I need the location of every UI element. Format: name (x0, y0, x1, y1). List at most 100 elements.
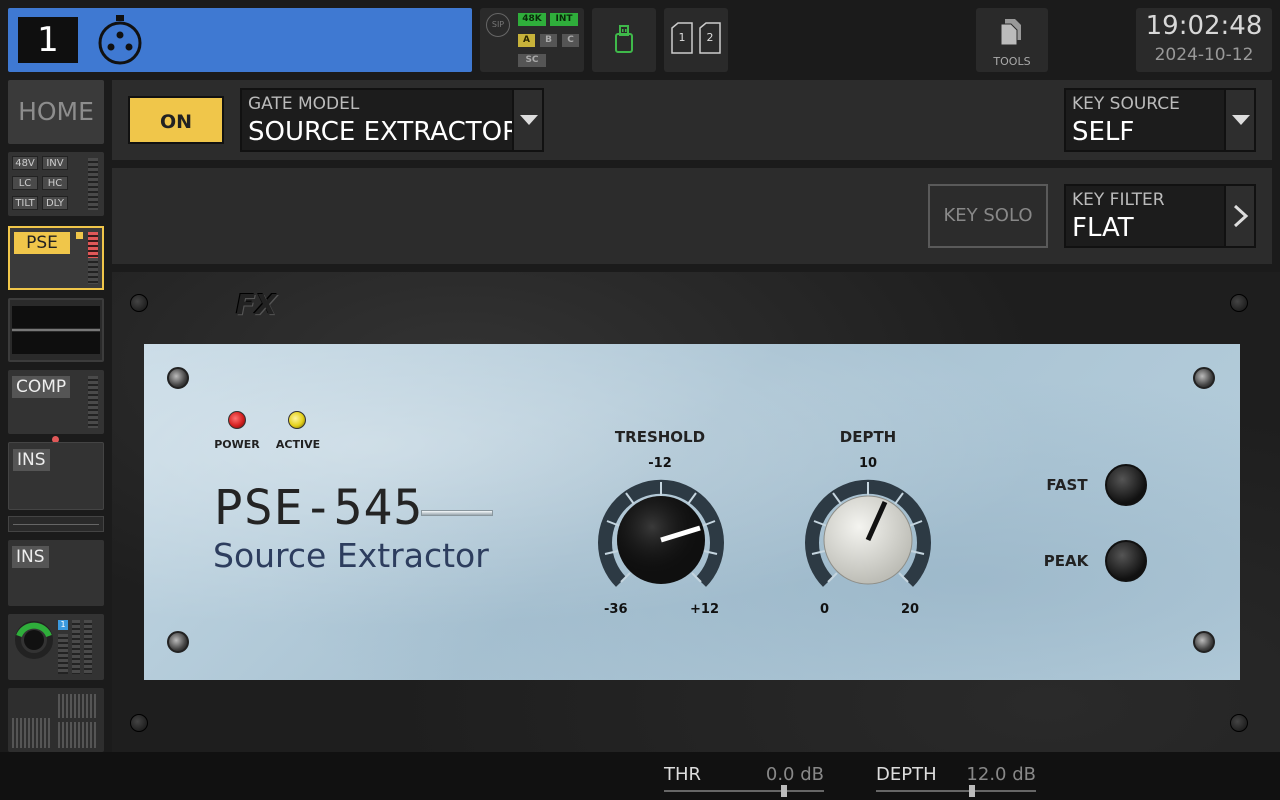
panel-screw (1193, 631, 1215, 653)
invert-badge: INV (42, 156, 68, 170)
rack-screw (130, 714, 148, 732)
status-b-badge: B (540, 34, 557, 47)
status-c-badge: C (562, 34, 579, 47)
sd-slot-2-label: 2 (706, 31, 714, 44)
compressor-label: COMP (12, 376, 71, 398)
gate-model-value: SOURCE EXTRACTOR (248, 117, 521, 147)
gate-meter (88, 258, 98, 284)
sip-indicator: SIP (486, 13, 510, 37)
thr-param-value: 0.0 dB (765, 764, 824, 785)
output-meter-left (72, 620, 80, 674)
xlr-input-icon (98, 15, 142, 65)
usb-drive-icon (615, 25, 633, 53)
output-meter-aux (58, 634, 68, 674)
peak-button[interactable] (1105, 540, 1147, 582)
clock-time: 19:02:48 (1145, 11, 1263, 41)
key-source-dropdown[interactable]: KEY SOURCE SELF (1064, 88, 1256, 152)
bus-meter-top (58, 694, 98, 718)
phantom-48v-badge: 48V (12, 156, 38, 170)
eq-flat-line (12, 329, 100, 331)
thr-param-label: THR (664, 764, 702, 785)
thr-slider-thumb[interactable] (781, 785, 787, 797)
panel-screw (167, 367, 189, 389)
rack-screw (1230, 294, 1248, 312)
tools-icon (1000, 19, 1021, 46)
bus-meter-block[interactable] (8, 688, 104, 752)
preamp-block[interactable]: 48V INV LC HC TILT DLY (8, 152, 104, 216)
eq-graph-bottom (12, 332, 100, 354)
depth-scale-top: 10 (858, 456, 878, 471)
plugin-subtitle: Source Extractor (213, 536, 489, 575)
depth-slider[interactable] (876, 784, 1036, 800)
eq-graph-top (12, 306, 100, 328)
key-source-arrow[interactable] (1224, 90, 1254, 150)
peak-label: PEAK (1043, 552, 1089, 570)
status-sc-badge: SC (518, 54, 546, 67)
fader-line (13, 524, 99, 525)
gate-model-dropdown[interactable]: GATE MODEL SOURCE EXTRACTOR (240, 88, 544, 152)
insert-2-block[interactable]: INS (8, 540, 104, 606)
power-led (228, 411, 246, 429)
rack-screw (130, 294, 148, 312)
panel-screw (1193, 367, 1215, 389)
active-label: ACTIVE (275, 438, 321, 451)
threshold-knob[interactable] (596, 476, 726, 600)
fast-label: FAST (1046, 476, 1088, 494)
home-button[interactable]: HOME (8, 80, 104, 144)
key-filter-arrow[interactable] (1224, 186, 1254, 246)
depth-param-value: 12.0 dB (966, 764, 1036, 785)
tilt-badge: TILT (12, 196, 38, 210)
fader-strip[interactable] (8, 516, 104, 532)
eq-block[interactable] (8, 298, 104, 362)
key-filter-selector[interactable]: KEY FILTER FLAT (1064, 184, 1256, 248)
clock-date: 2024-10-12 (1154, 45, 1254, 65)
gate-meter-active (88, 232, 98, 258)
pan-block[interactable]: 1 (8, 614, 104, 680)
compressor-block[interactable]: COMP (8, 370, 104, 434)
delay-badge: DLY (42, 196, 68, 210)
key-filter-value: FLAT (1072, 213, 1134, 243)
gate-active-indicator (76, 232, 83, 239)
key-solo-button[interactable]: KEY SOLO (928, 184, 1048, 248)
gate-model-label: GATE MODEL (248, 94, 360, 114)
panel-screw (167, 631, 189, 653)
plugin-model-name: PSE-545 (214, 480, 424, 536)
gate-block-selected[interactable]: PSE (8, 226, 104, 290)
insert-1-block[interactable]: INS (8, 442, 104, 510)
gate-on-button[interactable]: ON (128, 96, 224, 144)
key-source-label: KEY SOURCE (1072, 94, 1180, 114)
pan-knob-icon (15, 621, 53, 659)
pan-badge: 1 (58, 620, 68, 630)
threshold-label: TRESHOLD (614, 428, 706, 446)
power-label: POWER (214, 438, 260, 451)
insert-1-label: INS (13, 449, 50, 471)
depth-param-label: DEPTH (876, 764, 937, 785)
rack-screw (1230, 714, 1248, 732)
fast-button[interactable] (1105, 464, 1147, 506)
preamp-meter (88, 158, 98, 210)
depth-scale-max: 20 (901, 602, 920, 617)
chevron-right-icon (1233, 204, 1249, 228)
highcut-badge: HC (42, 176, 68, 190)
bus-meter-left (12, 718, 52, 748)
chevron-down-icon (520, 115, 538, 125)
depth-knob[interactable] (803, 476, 933, 600)
output-meter-right (84, 620, 92, 674)
sd-slot-1-label: 1 (678, 31, 686, 44)
threshold-scale-top: -12 (648, 456, 672, 471)
depth-label: DEPTH (839, 428, 897, 446)
clock-source-badge: INT (550, 13, 578, 26)
key-filter-label: KEY FILTER (1072, 190, 1165, 210)
tools-label: TOOLS (993, 55, 1031, 68)
gate-model-arrow[interactable] (512, 90, 542, 150)
key-source-value: SELF (1072, 117, 1135, 147)
fx-logo: FX (236, 288, 277, 321)
bus-meter-right (58, 722, 98, 748)
threshold-scale-max: +12 (690, 602, 719, 617)
thr-slider[interactable] (664, 784, 824, 800)
depth-slider-thumb[interactable] (969, 785, 975, 797)
thr-slider-track (664, 790, 824, 792)
parameter-bar (0, 752, 1280, 800)
gate-block-label: PSE (14, 232, 70, 254)
title-rule (421, 510, 493, 516)
